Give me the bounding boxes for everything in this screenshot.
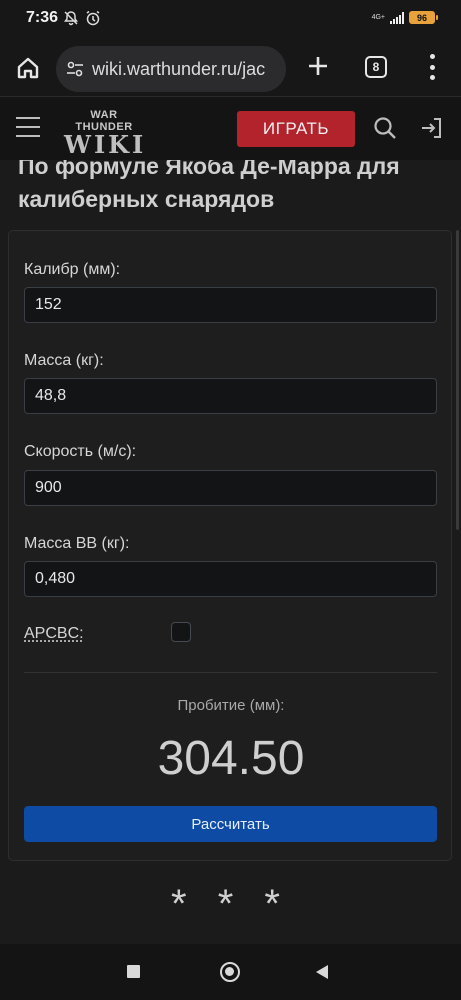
caliber-input[interactable]: 152 xyxy=(24,287,437,323)
system-nav-bar xyxy=(0,944,461,1000)
logo-main-text: WIKI xyxy=(64,130,147,159)
explosive-mass-label: Масса ВВ (кг): xyxy=(24,535,130,552)
mass-label: Масса (кг): xyxy=(24,352,104,369)
url-text: wiki.warthunder.ru/jac xyxy=(92,58,266,79)
caliber-label: Калибр (мм): xyxy=(24,261,121,278)
home-icon xyxy=(17,57,39,79)
section-separator: * * * xyxy=(171,882,290,926)
apcbc-label: APCBC: xyxy=(24,625,84,642)
more-menu-icon[interactable] xyxy=(426,54,438,80)
site-settings-icon[interactable] xyxy=(64,58,86,80)
hamburger-menu-icon[interactable] xyxy=(16,117,40,137)
notification-off-icon xyxy=(64,11,78,26)
explosive-mass-input[interactable]: 0,480 xyxy=(24,561,437,597)
velocity-label: Скорость (м/с): xyxy=(24,443,137,460)
address-bar[interactable]: wiki.warthunder.ru/jac xyxy=(56,46,286,92)
browser-toolbar: wiki.warthunder.ru/jac 8 xyxy=(0,40,461,96)
new-tab-button[interactable] xyxy=(305,53,331,79)
signal-icon xyxy=(390,11,404,24)
calculator-card: Калибр (мм): 152 Масса (кг): 48,8 Скорос… xyxy=(8,230,452,861)
section-heading: По формуле Якоба Де-Марра для калиберных… xyxy=(18,160,400,212)
battery-level: 96 xyxy=(416,12,427,23)
site-header: WAR THUNDER WIKI ИГРАТЬ xyxy=(0,96,461,160)
mass-input[interactable]: 48,8 xyxy=(24,378,437,414)
search-icon[interactable] xyxy=(372,115,398,141)
back-icon[interactable] xyxy=(316,965,328,979)
divider xyxy=(24,672,437,673)
status-time: 7:36 xyxy=(26,9,59,26)
login-icon[interactable] xyxy=(419,115,445,141)
nav-home-icon[interactable] xyxy=(220,962,240,982)
scrollbar[interactable] xyxy=(456,230,459,530)
home-button[interactable] xyxy=(14,54,42,82)
status-icons xyxy=(63,10,101,26)
alarm-icon xyxy=(86,10,100,26)
plus-icon xyxy=(309,57,327,75)
network-type: 4G+ xyxy=(371,14,385,21)
tab-count: 8 xyxy=(372,60,380,74)
recents-icon[interactable] xyxy=(127,965,140,978)
page-content: По формуле Якоба Де-Марра для калиберных… xyxy=(0,160,461,944)
site-logo[interactable]: WAR THUNDER WIKI xyxy=(64,109,144,157)
tabs-button[interactable]: 8 xyxy=(365,56,387,78)
velocity-input[interactable]: 900 xyxy=(24,470,437,506)
battery-icon: 96 xyxy=(409,11,438,24)
calculate-button[interactable]: Рассчитать xyxy=(24,806,437,842)
status-bar: 7:36 4G+ 96 xyxy=(0,0,461,40)
status-right: 4G+ 96 xyxy=(371,11,438,24)
penetration-value: 304.50 xyxy=(157,732,305,785)
play-button[interactable]: ИГРАТЬ xyxy=(237,111,355,147)
penetration-label: Пробитие (мм): xyxy=(177,697,285,714)
apcbc-checkbox[interactable] xyxy=(171,622,191,642)
